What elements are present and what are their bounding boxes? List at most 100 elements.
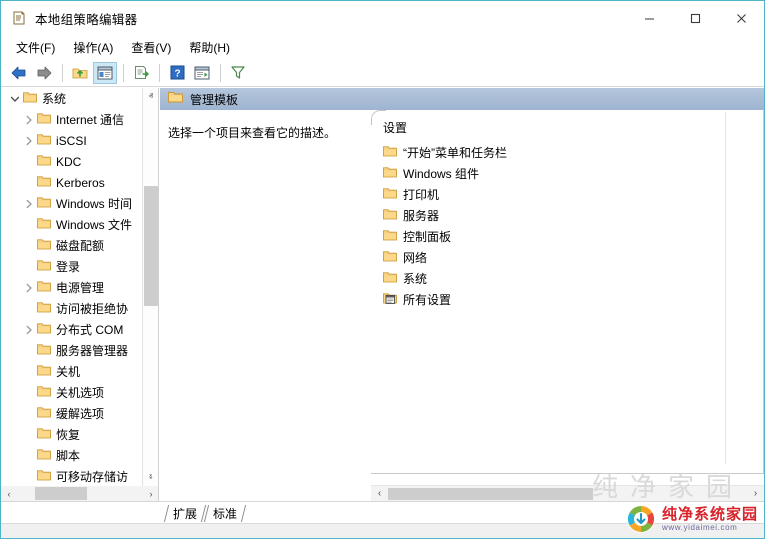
tree-vertical-scroll-thumb[interactable]	[144, 186, 158, 306]
tree-item-16[interactable]: 恢复	[1, 424, 143, 445]
tree-scroll-down-button[interactable]: ⱛ	[143, 469, 158, 486]
tab-standard[interactable]: 标准	[203, 503, 247, 523]
folder-icon	[383, 145, 397, 160]
menu-file[interactable]: 文件(F)	[7, 36, 64, 59]
folder-icon	[168, 90, 183, 108]
menu-view[interactable]: 查看(V)	[122, 36, 180, 59]
settings-list-item[interactable]: Windows 组件	[371, 163, 764, 184]
tree-item-0[interactable]: 系统	[1, 88, 143, 109]
settings-list-item[interactable]: 所有设置	[371, 289, 764, 310]
folder-icon	[37, 301, 51, 316]
results-hscroll-track[interactable]	[388, 486, 747, 502]
title-bar: 本地组策略编辑器	[1, 1, 764, 35]
tree-item-9[interactable]: 电源管理	[1, 277, 143, 298]
settings-list-item-label: 网络	[403, 251, 428, 265]
toolbar: ?	[1, 59, 764, 87]
chevron-right-icon[interactable]	[21, 280, 37, 296]
help-icon[interactable]: ?	[165, 62, 189, 84]
tree-item-label: 访问被拒绝协	[56, 302, 129, 316]
settings-list-item[interactable]: 服务器	[371, 205, 764, 226]
tree-item-14[interactable]: 关机选项	[1, 382, 143, 403]
results-scroll-right-button[interactable]: ›	[747, 486, 764, 502]
folder-icon	[23, 91, 37, 106]
settings-list-item[interactable]: 系统	[371, 268, 764, 289]
tree-item-15[interactable]: 缓解选项	[1, 403, 143, 424]
settings-list-item[interactable]: 打印机	[371, 184, 764, 205]
tree-item-13[interactable]: 关机	[1, 361, 143, 382]
tree-item-1[interactable]: Internet 通信	[1, 109, 143, 130]
chevron-right-icon[interactable]	[21, 133, 37, 149]
tree-item-label: 磁盘配额	[56, 239, 105, 253]
tab-extended[interactable]: 扩展	[163, 503, 207, 523]
chevron-right-icon[interactable]	[21, 322, 37, 338]
tree-item-4[interactable]: Kerberos	[1, 172, 143, 193]
tree-hscroll-track[interactable]	[17, 486, 143, 501]
folder-icon	[37, 385, 51, 400]
toolbar-separator	[123, 63, 124, 82]
tree-scroll-up-button[interactable]: ⱏ	[143, 88, 158, 105]
tree-horizontal-scrollbar[interactable]: ‹ ›	[1, 486, 158, 501]
forward-icon[interactable]	[32, 62, 56, 84]
results-horizontal-scrollbar[interactable]: ‹ ›	[371, 485, 764, 501]
export-list-icon[interactable]	[129, 62, 153, 84]
menu-action[interactable]: 操作(A)	[64, 36, 122, 59]
description-text: 选择一个项目来查看它的描述。	[168, 126, 337, 140]
tree-horizontal-scroll-thumb[interactable]	[35, 487, 87, 500]
tree-item-5[interactable]: Windows 时间	[1, 193, 143, 214]
settings-column-header[interactable]: 设置	[371, 110, 764, 142]
tree-item-6[interactable]: Windows 文件	[1, 214, 143, 235]
menu-help[interactable]: 帮助(H)	[180, 36, 239, 59]
tree-item-11[interactable]: 分布式 COM	[1, 319, 143, 340]
settings-list-column: 设置 “开始”菜单和任务栏 Windows 组件打印机服务器 控制面板网络系统 所有设…	[371, 110, 764, 474]
results-pane-title: 管理模板	[190, 92, 239, 107]
chevron-down-icon[interactable]	[7, 91, 23, 107]
tree-item-18[interactable]: 可移动存储访	[1, 466, 143, 486]
tree-expander-placeholder	[21, 343, 37, 359]
settings-list-item-label: 打印机	[403, 188, 440, 202]
up-folder-icon[interactable]	[68, 62, 92, 84]
folder-icon	[37, 280, 51, 295]
tree-scroll-left-button[interactable]: ‹	[1, 486, 17, 501]
folder-icon	[37, 343, 51, 358]
tree-item-2[interactable]: iSCSI	[1, 130, 143, 151]
minimize-button[interactable]	[626, 1, 672, 35]
tree-item-label: 服务器管理器	[56, 344, 129, 358]
show-details-icon[interactable]	[190, 62, 214, 84]
folder-icon	[383, 208, 397, 223]
close-button[interactable]	[718, 1, 764, 35]
folder-icon	[37, 427, 51, 442]
tree-expander-placeholder	[21, 301, 37, 317]
show-tree-icon[interactable]	[93, 61, 117, 84]
back-icon[interactable]	[7, 62, 31, 84]
tree-item-8[interactable]: 登录	[1, 256, 143, 277]
tree-item-10[interactable]: 访问被拒绝协	[1, 298, 143, 319]
folder-icon	[37, 196, 51, 211]
tree-expander-placeholder	[21, 427, 37, 443]
tree-item-label: 缓解选项	[56, 407, 105, 421]
settings-list-item[interactable]: 网络	[371, 247, 764, 268]
maximize-button[interactable]	[672, 1, 718, 35]
results-scroll-left-button[interactable]: ‹	[371, 486, 388, 502]
filter-icon[interactable]	[226, 62, 250, 84]
folder-icon	[383, 229, 397, 244]
tree-item-12[interactable]: 服务器管理器	[1, 340, 143, 361]
tree-item-label: 可移动存储访	[56, 470, 129, 484]
settings-list-item[interactable]: “开始”菜单和任务栏	[371, 142, 764, 163]
tree-item-3[interactable]: KDC	[1, 151, 143, 172]
settings-list-item[interactable]: 控制面板	[371, 226, 764, 247]
tab-standard-label: 标准	[213, 506, 238, 521]
tree-expander-placeholder	[21, 238, 37, 254]
folder-icon	[37, 133, 51, 148]
tree-item-7[interactable]: 磁盘配额	[1, 235, 143, 256]
results-horizontal-scroll-thumb[interactable]	[388, 487, 593, 500]
chevron-right-icon[interactable]	[21, 196, 37, 212]
svg-text:?: ?	[174, 69, 180, 80]
tree-scroll-area[interactable]: 系统 Internet 通信 iSCSI KDC Kerberos Windows 时间 W…	[1, 88, 143, 486]
chevron-right-icon[interactable]	[21, 112, 37, 128]
tree-item-label: 系统	[42, 92, 67, 106]
tree-expander-placeholder	[21, 259, 37, 275]
tree-vertical-scrollbar[interactable]: ⱏ ⱛ	[142, 88, 158, 486]
tree-scroll-right-button[interactable]: ›	[143, 486, 158, 501]
tree-item-label: iSCSI	[56, 133, 87, 148]
tree-item-17[interactable]: 脚本	[1, 445, 143, 466]
